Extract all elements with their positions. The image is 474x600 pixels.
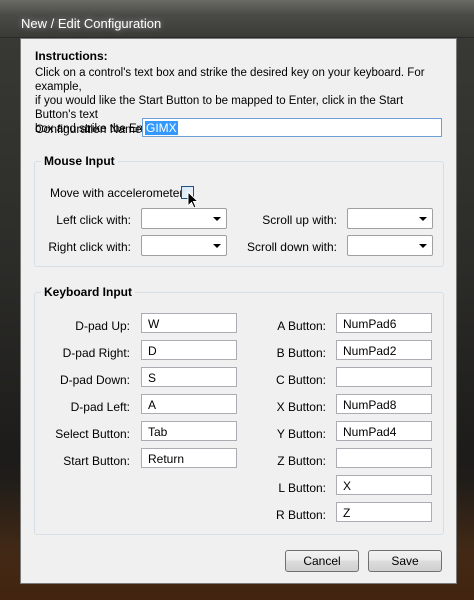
y-button-label: Y Button: <box>276 427 326 441</box>
instructions-line: Click on a control's text box and strike… <box>35 67 425 93</box>
l-button-input[interactable]: X <box>336 475 432 495</box>
b-button-input[interactable]: NumPad2 <box>336 340 432 360</box>
l-button-label: L Button: <box>278 481 326 495</box>
scroll-up-label: Scroll up with: <box>262 213 337 227</box>
scroll-up-dropdown[interactable] <box>347 208 433 229</box>
chevron-down-icon <box>213 217 221 221</box>
left-click-dropdown[interactable] <box>141 208 227 229</box>
b-button-label: B Button: <box>276 346 326 360</box>
chevron-down-icon <box>419 244 427 248</box>
keyboard-input-title: Keyboard Input <box>41 285 136 299</box>
scroll-down-label: Scroll down with: <box>246 240 337 254</box>
mouse-input-title: Mouse Input <box>41 154 118 168</box>
x-button-label: X Button: <box>276 400 326 414</box>
config-name-label: Configuration Name: <box>35 122 146 136</box>
r-button-input[interactable]: Z <box>336 502 432 522</box>
dialog-client-area: Instructions: Click on a control's text … <box>20 38 457 584</box>
chevron-down-icon <box>213 244 221 248</box>
r-button-label: R Button: <box>275 508 326 522</box>
save-button[interactable]: Save <box>368 550 442 572</box>
select-button-label: Select Button: <box>55 427 130 441</box>
c-button-input[interactable] <box>336 367 432 387</box>
mouse-input-group: Mouse Input Move with accelerometer: Lef… <box>34 154 444 267</box>
dpad-up-label: D-pad Up: <box>75 319 130 333</box>
right-click-label: Right click with: <box>48 240 131 254</box>
x-button-input[interactable]: NumPad8 <box>336 394 432 414</box>
dpad-down-input[interactable]: S <box>141 367 237 387</box>
z-button-input[interactable] <box>336 448 432 468</box>
left-click-label: Left click with: <box>56 213 131 227</box>
dpad-left-input[interactable]: A <box>141 394 237 414</box>
start-button-label: Start Button: <box>63 454 130 468</box>
config-name-value: GIMX <box>145 121 178 135</box>
chevron-down-icon <box>419 217 427 221</box>
dpad-right-input[interactable]: D <box>141 340 237 360</box>
dpad-left-label: D-pad Left: <box>70 400 130 414</box>
scroll-down-dropdown[interactable] <box>347 235 433 256</box>
accelerometer-label: Move with accelerometer: <box>50 186 187 200</box>
z-button-label: Z Button: <box>277 454 326 468</box>
dpad-right-label: D-pad Right: <box>62 346 130 360</box>
start-button-input[interactable]: Return <box>141 448 237 468</box>
config-name-input[interactable]: GIMX <box>142 118 442 137</box>
y-button-input[interactable]: NumPad4 <box>336 421 432 441</box>
mouse-cursor-icon <box>187 191 199 209</box>
window-title: New / Edit Configuration <box>21 16 162 31</box>
right-click-dropdown[interactable] <box>141 235 227 256</box>
instructions-heading: Instructions: <box>35 49 108 63</box>
c-button-label: C Button: <box>275 373 326 387</box>
dpad-up-input[interactable]: W <box>141 313 237 333</box>
title-bar[interactable]: New / Edit Configuration <box>0 0 474 38</box>
dpad-down-label: D-pad Down: <box>59 373 130 387</box>
cancel-button[interactable]: Cancel <box>285 550 359 572</box>
select-button-input[interactable]: Tab <box>141 421 237 441</box>
a-button-input[interactable]: NumPad6 <box>336 313 432 333</box>
keyboard-input-group: Keyboard Input D-pad Up: W D-pad Right: … <box>34 285 444 535</box>
a-button-label: A Button: <box>277 319 326 333</box>
